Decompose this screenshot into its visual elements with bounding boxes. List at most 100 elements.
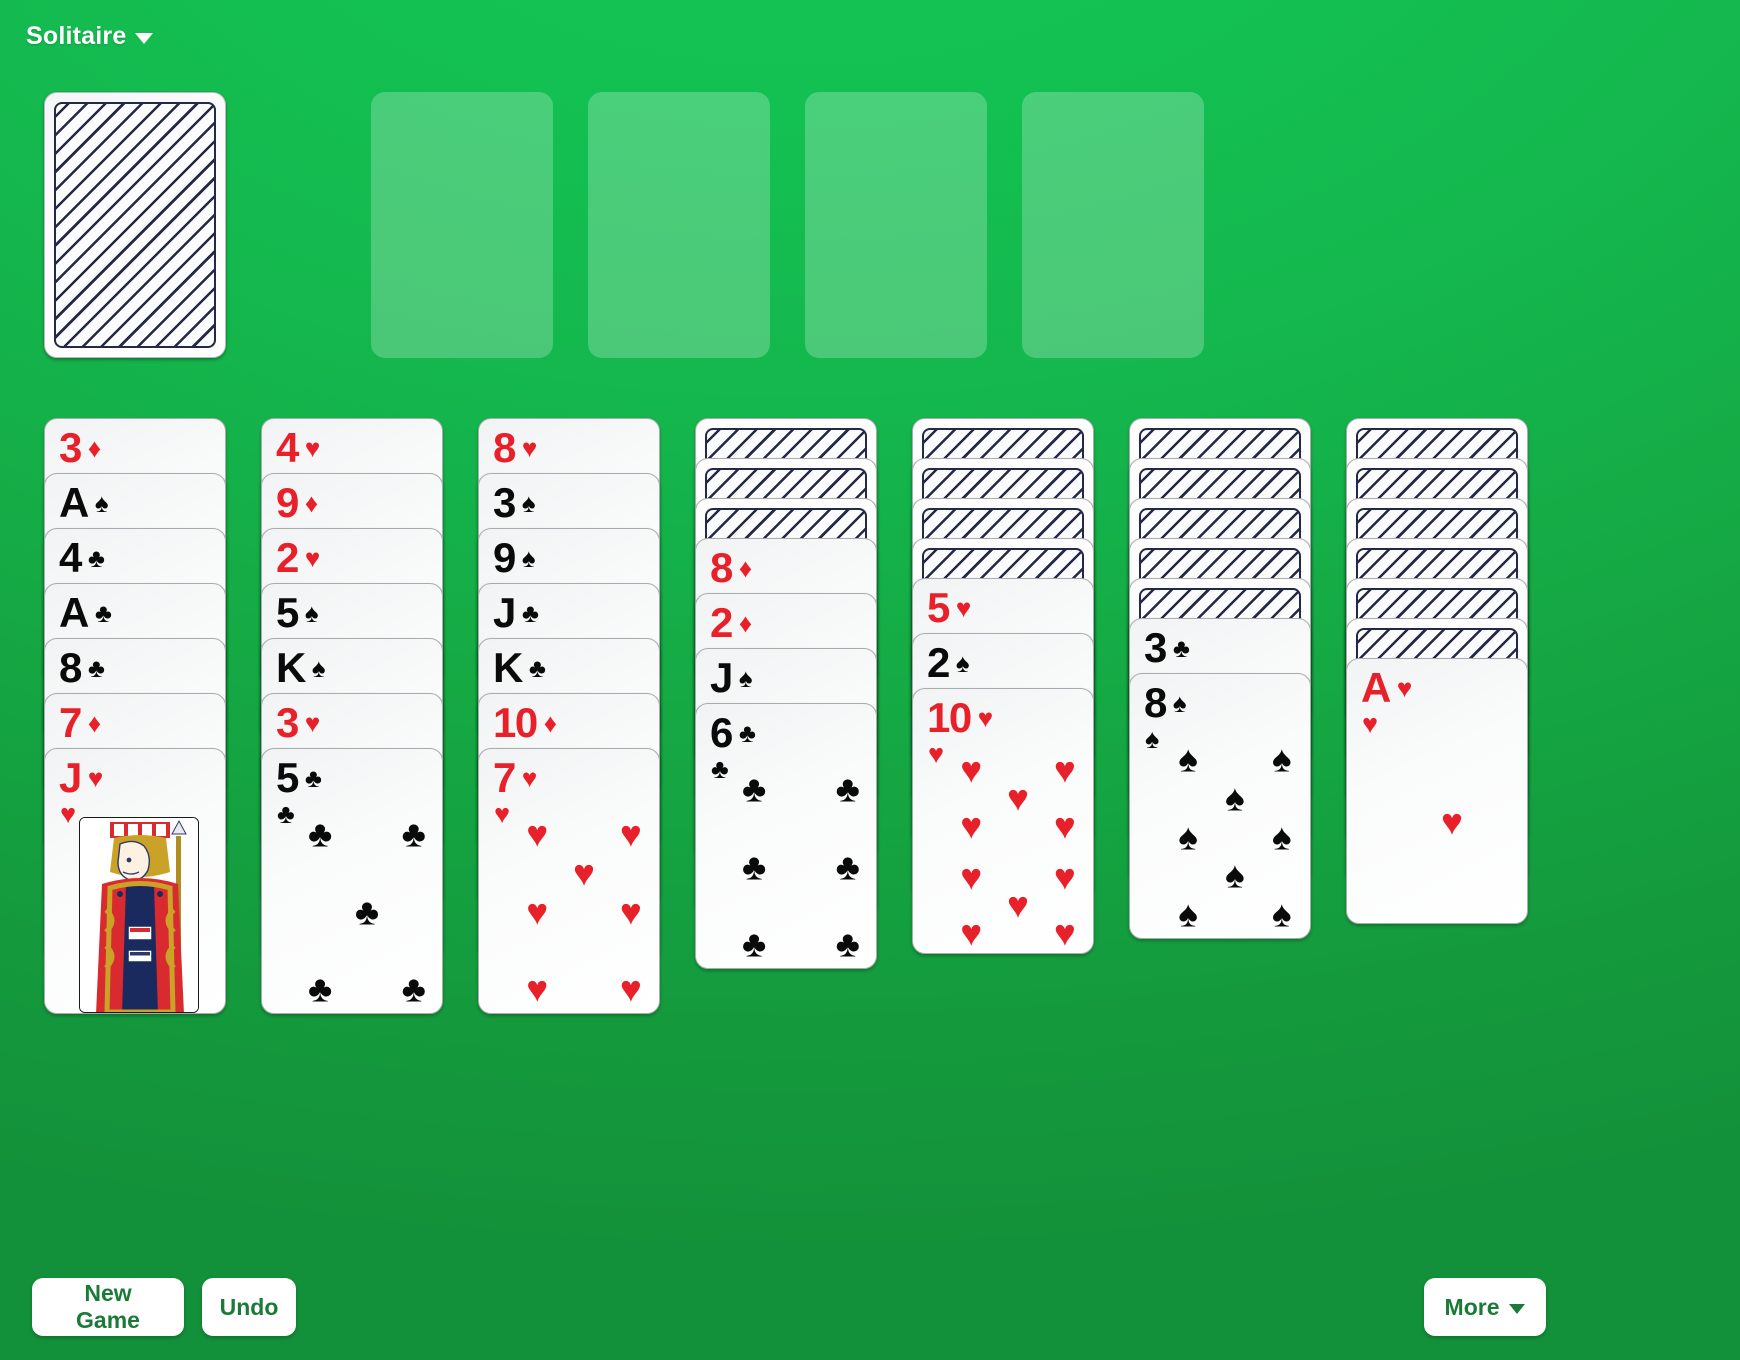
card-suit-icon: ♥ — [304, 433, 321, 463]
card-pip: ♥ — [619, 891, 642, 932]
card-face-up[interactable]: J ♥ ♥ — [44, 748, 226, 1014]
card-face-up[interactable]: 10 ♥ ♥ ♥ ♥ ♥ ♥ ♥ ♥ ♥ ♥ ♥ ♥ — [912, 688, 1094, 954]
card-rank: J — [710, 654, 733, 701]
card-pip: ♥ — [960, 856, 983, 898]
card-corner: 6 ♣ — [710, 712, 756, 754]
card-suit-icon: ♥ — [304, 543, 321, 573]
card-corner: J ♥ — [59, 757, 103, 799]
card-back-pattern — [54, 102, 216, 348]
card-suit-icon: ♥ — [955, 593, 972, 623]
foundation-slot-2[interactable] — [588, 92, 770, 358]
card-rank: A — [59, 589, 89, 636]
card-corner: 4 ♥ — [276, 427, 320, 469]
card-rank: 10 — [493, 699, 538, 746]
card-suit-icon: ♠ — [94, 488, 109, 518]
card-corner: J ♠ — [710, 657, 753, 699]
card-corner: 9 ♦ — [276, 482, 318, 524]
chevron-down-icon — [1509, 1303, 1526, 1314]
card-rank: 5 — [276, 589, 299, 636]
card-pip-field: ♠ ♠ ♠ ♠ ♠ ♠ ♠ ♠ — [1170, 740, 1300, 932]
foundation-slot-3[interactable] — [805, 92, 987, 358]
card-corner: A ♥ — [1361, 667, 1412, 709]
card-rank: 10 — [927, 694, 972, 741]
card-pip: ♥ — [526, 813, 549, 855]
card-pip: ♣ — [835, 846, 860, 887]
card-rank: J — [493, 589, 516, 636]
card-pip: ♥ — [1053, 856, 1076, 898]
card-pip: ♥ — [1007, 777, 1029, 819]
card-rank: 9 — [276, 479, 299, 526]
card-rank: K — [493, 644, 523, 691]
card-corner: K ♣ — [493, 647, 546, 689]
card-suit-icon: ♣ — [528, 653, 546, 683]
card-pip: ♣ — [742, 923, 767, 965]
card-suit-icon: ♣ — [738, 718, 756, 748]
card-corner: 4 ♣ — [59, 537, 105, 579]
card-rank: A — [59, 479, 89, 526]
card-pip: ♥ — [960, 805, 983, 847]
card-rank: J — [59, 754, 82, 801]
stock-pile[interactable] — [44, 92, 226, 358]
card-pip: ♥ — [526, 891, 549, 932]
card-corner: A ♣ — [59, 592, 112, 634]
card-pip: ♥ — [1053, 749, 1076, 791]
card-rank: 3 — [276, 699, 299, 746]
game-board: 3♦♦♦♦♦A♠♠♠4♣♣♣♣♣♣A♣♣♣8♣♣♣♣♣♣♣♣♣♣7♦♦♦♦♦♦♦… — [0, 0, 1740, 1360]
card-pip: ♣ — [308, 968, 333, 1010]
card-pip: ♠ — [1271, 893, 1292, 935]
undo-button[interactable]: Undo — [202, 1278, 296, 1336]
new-game-button[interactable]: New Game — [32, 1278, 184, 1336]
card-pip-field: ♣ ♣ ♣ ♣ ♣ — [302, 815, 432, 1007]
card-rank: 2 — [276, 534, 299, 581]
card-face-up[interactable]: 5 ♣ ♣ ♣ ♣ ♣ ♣ ♣ — [261, 748, 443, 1014]
card-suit-icon: ♥ — [521, 433, 538, 463]
card-suit-icon: ♠ — [955, 648, 970, 678]
card-suit-icon: ♣ — [1172, 633, 1190, 663]
card-suit-icon: ♦ — [738, 608, 753, 638]
card-suit-icon: ♥ — [87, 763, 104, 793]
card-rank: 7 — [59, 699, 82, 746]
card-pip: ♣ — [401, 968, 426, 1010]
card-pip: ♣ — [835, 923, 860, 965]
card-suit-icon: ♣ — [94, 598, 112, 628]
card-rank: 3 — [493, 479, 516, 526]
card-pip-field: ♥ — [1387, 729, 1517, 914]
more-label: More — [1444, 1293, 1500, 1320]
card-face-up[interactable]: 8 ♠ ♠ ♠ ♠ ♠ ♠ ♠ ♠ ♠ ♠ — [1129, 673, 1311, 939]
card-suit-icon: ♥ — [304, 708, 321, 738]
card-pip: ♠ — [1271, 816, 1292, 857]
card-face-up[interactable]: 7 ♥ ♥ ♥ ♥ ♥ ♥ ♥ ♥ ♥ — [478, 748, 660, 1014]
card-rank: 5 — [276, 754, 299, 801]
card-corner: 9 ♠ — [493, 537, 536, 579]
court-illustration — [79, 817, 199, 1013]
card-pip: ♣ — [354, 891, 380, 932]
card-face-up[interactable]: A ♥ ♥ ♥ — [1346, 658, 1528, 924]
card-pip: ♥ — [573, 852, 595, 894]
card-suit-icon: ♥ — [521, 763, 538, 793]
card-rank: 9 — [493, 534, 516, 581]
more-button[interactable]: More — [1424, 1278, 1546, 1336]
card-rank: 4 — [276, 424, 299, 471]
card-suit-icon: ♠ — [304, 598, 319, 628]
card-face-up[interactable]: 6 ♣ ♣ ♣ ♣ ♣ ♣ ♣ ♣ — [695, 703, 877, 969]
card-corner: 3 ♥ — [276, 702, 320, 744]
card-corner: A ♠ — [59, 482, 109, 524]
card-corner: 7 ♦ — [59, 702, 101, 744]
card-pip: ♣ — [401, 813, 426, 855]
card-corner: 3 ♣ — [1144, 627, 1190, 669]
card-rank: 2 — [927, 639, 950, 686]
card-rank: A — [1361, 664, 1391, 711]
card-pip: ♠ — [1225, 854, 1245, 896]
card-suit-icon: ♣ — [87, 653, 105, 683]
card-rank: 8 — [59, 644, 82, 691]
card-corner-suit-icon: ♥ — [1362, 709, 1379, 739]
card-pip: ♣ — [835, 768, 860, 810]
card-corner-suit-icon: ♥ — [60, 799, 77, 829]
card-corner-suit-icon: ♣ — [277, 799, 295, 829]
foundation-slot-4[interactable] — [1022, 92, 1204, 358]
card-pip-field: ♥ ♥ ♥ ♥ ♥ ♥ ♥ ♥ ♥ ♥ — [953, 752, 1083, 952]
foundation-slot-1[interactable] — [371, 92, 553, 358]
card-pip: ♣ — [308, 813, 333, 855]
card-suit-icon: ♠ — [521, 543, 536, 573]
card-rank: 7 — [493, 754, 516, 801]
